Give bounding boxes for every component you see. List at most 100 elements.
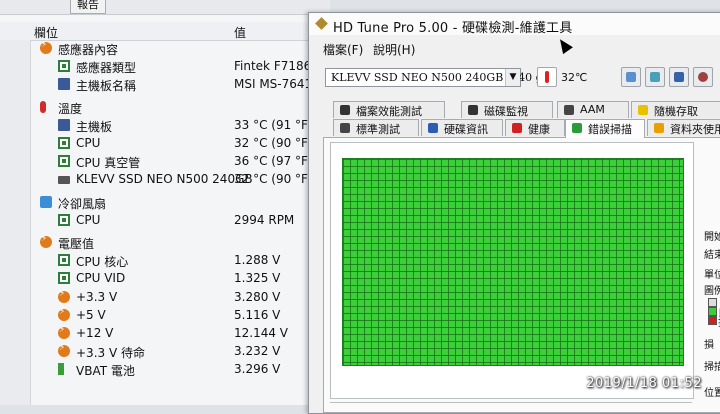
value-column-header[interactable]: 值 — [234, 24, 246, 41]
sensor-value: MSI MS-7641 — [234, 77, 313, 92]
report-tab[interactable]: 報告 — [70, 0, 106, 14]
drive-select[interactable]: KLEVV SSD NEO N500 240GB (240 gB) ▼ — [325, 68, 555, 87]
copy-info-button[interactable] — [621, 67, 641, 87]
sensor-row[interactable]: KLEVV SSD NEO N500 240GB 32 °C (90 °F) — [0, 171, 330, 189]
sensor-value: 3.296 V — [234, 362, 281, 377]
folder-usage-icon — [654, 123, 664, 133]
tab-random-access[interactable]: 隨機存取 — [631, 101, 720, 118]
copy-screenshot-button[interactable] — [645, 67, 665, 87]
sensor-label: KLEVV SSD NEO N500 240GB — [76, 172, 253, 187]
menu-help[interactable]: 說明(H) — [373, 41, 415, 58]
sensor-row[interactable]: +3.3 V 待命 3.232 V — [0, 343, 330, 361]
hdtune-window: HD Tune Pro 5.00 - 硬碟檢測-維護工具 檔案(F) 說明(H)… — [308, 12, 720, 414]
sensor-type-icon — [58, 60, 70, 73]
save-button[interactable] — [669, 67, 689, 87]
tab-label: 檔案效能測試 — [356, 105, 422, 118]
drive-select-value: KLEVV SSD NEO N500 240GB (240 gB) — [331, 71, 555, 84]
tab-label: 磁碟監視 — [484, 105, 528, 118]
tab-aam[interactable]: AAM — [557, 101, 629, 118]
hdtune-app-icon — [315, 17, 328, 30]
scan-block-grid — [342, 158, 684, 366]
tab-file-benchmark[interactable]: 檔案效能測試 — [333, 101, 445, 118]
sensor-label: CPU — [76, 136, 101, 150]
cpu-icon — [58, 137, 70, 149]
tab-error-scan[interactable]: 錯誤掃描 — [565, 119, 645, 138]
damaged-label: 損 — [704, 340, 714, 351]
sensor-row[interactable]: CPU VID 1.325 V — [0, 270, 330, 288]
sensor-row[interactable]: 主機板名稱 MSI MS-7641 — [0, 76, 330, 94]
voltage-icon — [58, 325, 70, 339]
sensor-row[interactable]: 感應器內容 — [0, 40, 330, 58]
title-bar[interactable]: HD Tune Pro 5.00 - 硬碟檢測-維護工具 — [309, 13, 720, 36]
sensor-row[interactable]: CPU 核心 1.288 V — [0, 252, 330, 270]
menu-file[interactable]: 檔案(F) — [323, 41, 363, 58]
tab-row-2: 標準測試 硬碟資訊 健康 錯誤掃描 資料夾使用率 — [309, 119, 720, 138]
cpu-icon — [58, 272, 70, 285]
scan-label: 掃描 — [704, 362, 720, 373]
position-label: 位置 — [704, 388, 720, 399]
sensor-row[interactable]: +3.3 V 3.280 V — [0, 289, 330, 307]
sensor-row[interactable]: 感應器類型 Fintek F71868A — [0, 58, 330, 76]
motherboard-icon — [58, 78, 70, 91]
sensor-label: 主機板 — [76, 119, 113, 134]
sensor-label: +5 V — [76, 307, 106, 322]
scan-progress-strip — [330, 402, 692, 413]
sensor-value: 1.325 V — [234, 271, 281, 286]
sensor-row[interactable]: 電壓值 — [0, 234, 330, 252]
sensor-value: 32 °C (90 °F) — [234, 136, 313, 150]
field-column-header[interactable]: 欄位 — [34, 24, 58, 41]
cpu-icon — [58, 155, 70, 168]
benchmark-icon — [340, 123, 350, 133]
photo-timestamp: 2019/1/18 01:52 — [586, 376, 702, 391]
tab-label: 錯誤掃描 — [588, 123, 632, 136]
sensor-value: 36 °C (97 °F) — [234, 154, 313, 169]
legend-bad-swatch — [708, 316, 717, 325]
sensor-row[interactable]: CPU 2994 RPM — [0, 212, 330, 230]
scan-side-panel: 開始 結束 單位 圖例 良 損 損 掃描 位置 — [702, 144, 720, 404]
tab-disk-monitor[interactable]: 磁碟監視 — [461, 101, 553, 118]
ssd-icon — [58, 176, 70, 185]
sensor-value: 12.144 V — [234, 326, 289, 340]
legend-ok-swatch — [708, 307, 717, 316]
tab-health[interactable]: 健康 — [505, 119, 565, 136]
sensor-label: 感應器類型 — [76, 61, 137, 76]
chevron-down-icon[interactable]: ▼ — [505, 69, 520, 86]
voltage-icon — [40, 234, 52, 248]
sensor-row[interactable]: 冷卻風扇 — [0, 194, 330, 212]
tab-label: 資料夾使用率 — [670, 123, 720, 136]
sensor-label: CPU 真空管 — [76, 156, 141, 171]
sensor-row[interactable]: CPU 32 °C (90 °F) — [0, 135, 330, 153]
window-title: HD Tune Pro 5.00 - 硬碟檢測-維護工具 — [333, 21, 573, 36]
sensor-row[interactable]: CPU 真空管 36 °C (97 °F) — [0, 153, 330, 171]
sensor-row[interactable]: 主機板 33 °C (91 °F) — [0, 117, 330, 135]
tab-drive-info[interactable]: 硬碟資訊 — [421, 119, 503, 136]
sensor-value: 3.232 V — [234, 344, 281, 359]
fan-icon — [40, 195, 52, 208]
sensor-value: 3.280 V — [234, 289, 281, 304]
sensor-label: +3.3 V — [76, 289, 118, 304]
sensor-row[interactable]: 溫度 — [0, 99, 330, 117]
sensor-label: 感應器內容 — [58, 43, 119, 57]
sensor-label: 冷卻風扇 — [58, 196, 107, 211]
sensor-label: +12 V — [76, 326, 114, 340]
sensor-label: CPU 核心 — [76, 255, 129, 270]
start-label: 開始 — [704, 232, 720, 243]
options-button[interactable] — [693, 67, 713, 87]
sensor-label: 溫度 — [58, 101, 83, 116]
tab-label: AAM — [580, 103, 605, 116]
sensor-row[interactable]: VBAT 電池 3.296 V — [0, 361, 330, 379]
tab-benchmark[interactable]: 標準測試 — [333, 119, 419, 136]
legend-unscanned-swatch — [708, 298, 717, 307]
tab-label: 硬碟資訊 — [444, 123, 488, 136]
sensor-label: +3.3 V 待命 — [76, 346, 145, 361]
file-benchmark-icon — [340, 105, 350, 115]
sensor-row[interactable]: +12 V 12.144 V — [0, 325, 330, 343]
speaker-icon — [564, 105, 574, 115]
column-header: 欄位 值 — [0, 22, 330, 41]
tab-label: 標準測試 — [356, 123, 400, 136]
tab-folder-usage[interactable]: 資料夾使用率 — [647, 119, 720, 136]
sensor-group-icon — [40, 40, 52, 54]
sensor-value: 33 °C (91 °F) — [234, 117, 313, 132]
voltage-icon — [58, 289, 70, 303]
sensor-row[interactable]: +5 V 5.116 V — [0, 307, 330, 325]
